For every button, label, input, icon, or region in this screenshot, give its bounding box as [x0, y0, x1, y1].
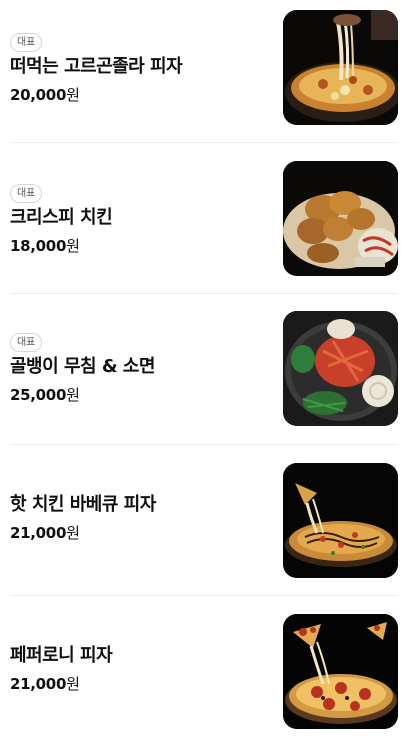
menu-price: 18,000원 — [10, 236, 270, 256]
menu-item-crispy-chicken[interactable]: 대표 크리스피 치킨 18,000원 — [10, 151, 398, 301]
menu-name: 떠먹는 고르곤졸라 피자 — [10, 56, 183, 77]
price-currency: 원 — [66, 675, 80, 693]
menu-thumbnail[interactable] — [283, 463, 398, 578]
menu-item-info: 핫 치킨 바베큐 피자 21,000원 — [10, 493, 270, 543]
item-divider — [10, 595, 398, 596]
menu-price: 20,000원 — [10, 85, 270, 105]
menu-thumbnail[interactable] — [283, 614, 398, 729]
item-divider — [10, 293, 398, 294]
menu-name: 크리스피 치킨 — [10, 207, 113, 228]
signature-badge: 대표 — [10, 333, 42, 352]
price-currency: 원 — [66, 524, 80, 542]
price-value: 25,000 — [10, 386, 67, 404]
menu-item-bbq-pizza[interactable]: 핫 치킨 바베큐 피자 21,000원 — [10, 453, 398, 603]
menu-item-golbaengi[interactable]: 대표 골뱅이 무침 & 소면 25,000원 — [10, 302, 398, 452]
menu-thumbnail[interactable] — [283, 161, 398, 276]
signature-badge: 대표 — [10, 184, 42, 203]
menu-item-info: 대표 떠먹는 고르곤졸라 피자 20,000원 — [10, 30, 270, 105]
menu-price: 21,000원 — [10, 523, 270, 543]
menu-item-info: 대표 골뱅이 무침 & 소면 25,000원 — [10, 330, 270, 405]
bbq-pizza-photo — [283, 463, 398, 578]
menu-list: 대표 떠먹는 고르곤졸라 피자 20,000원 대표 크리스피 치킨 18,00… — [0, 0, 407, 741]
price-currency: 원 — [66, 386, 80, 404]
golbaengi-noodle-photo — [283, 311, 398, 426]
menu-thumbnail[interactable] — [283, 311, 398, 426]
menu-price: 25,000원 — [10, 385, 270, 405]
menu-item-info: 페퍼로니 피자 21,000원 — [10, 644, 270, 694]
menu-price: 21,000원 — [10, 674, 270, 694]
price-value: 21,000 — [10, 524, 67, 542]
menu-item-info: 대표 크리스피 치킨 18,000원 — [10, 181, 270, 256]
menu-thumbnail[interactable] — [283, 10, 398, 125]
menu-name: 페퍼로니 피자 — [10, 645, 113, 666]
gorgonzola-pizza-photo — [283, 10, 398, 125]
crispy-chicken-photo — [283, 161, 398, 276]
item-divider — [10, 142, 398, 143]
menu-name: 핫 치킨 바베큐 피자 — [10, 494, 156, 515]
menu-item-pepperoni-pizza[interactable]: 페퍼로니 피자 21,000원 — [10, 604, 398, 741]
price-value: 18,000 — [10, 237, 67, 255]
price-value: 21,000 — [10, 675, 67, 693]
signature-badge: 대표 — [10, 33, 42, 52]
menu-name: 골뱅이 무침 & 소면 — [10, 356, 155, 377]
price-currency: 원 — [66, 237, 80, 255]
item-divider — [10, 444, 398, 445]
pepperoni-pizza-photo — [283, 614, 398, 729]
price-value: 20,000 — [10, 86, 67, 104]
price-currency: 원 — [66, 86, 80, 104]
menu-item-gorgonzola-pizza[interactable]: 대표 떠먹는 고르곤졸라 피자 20,000원 — [10, 0, 398, 150]
